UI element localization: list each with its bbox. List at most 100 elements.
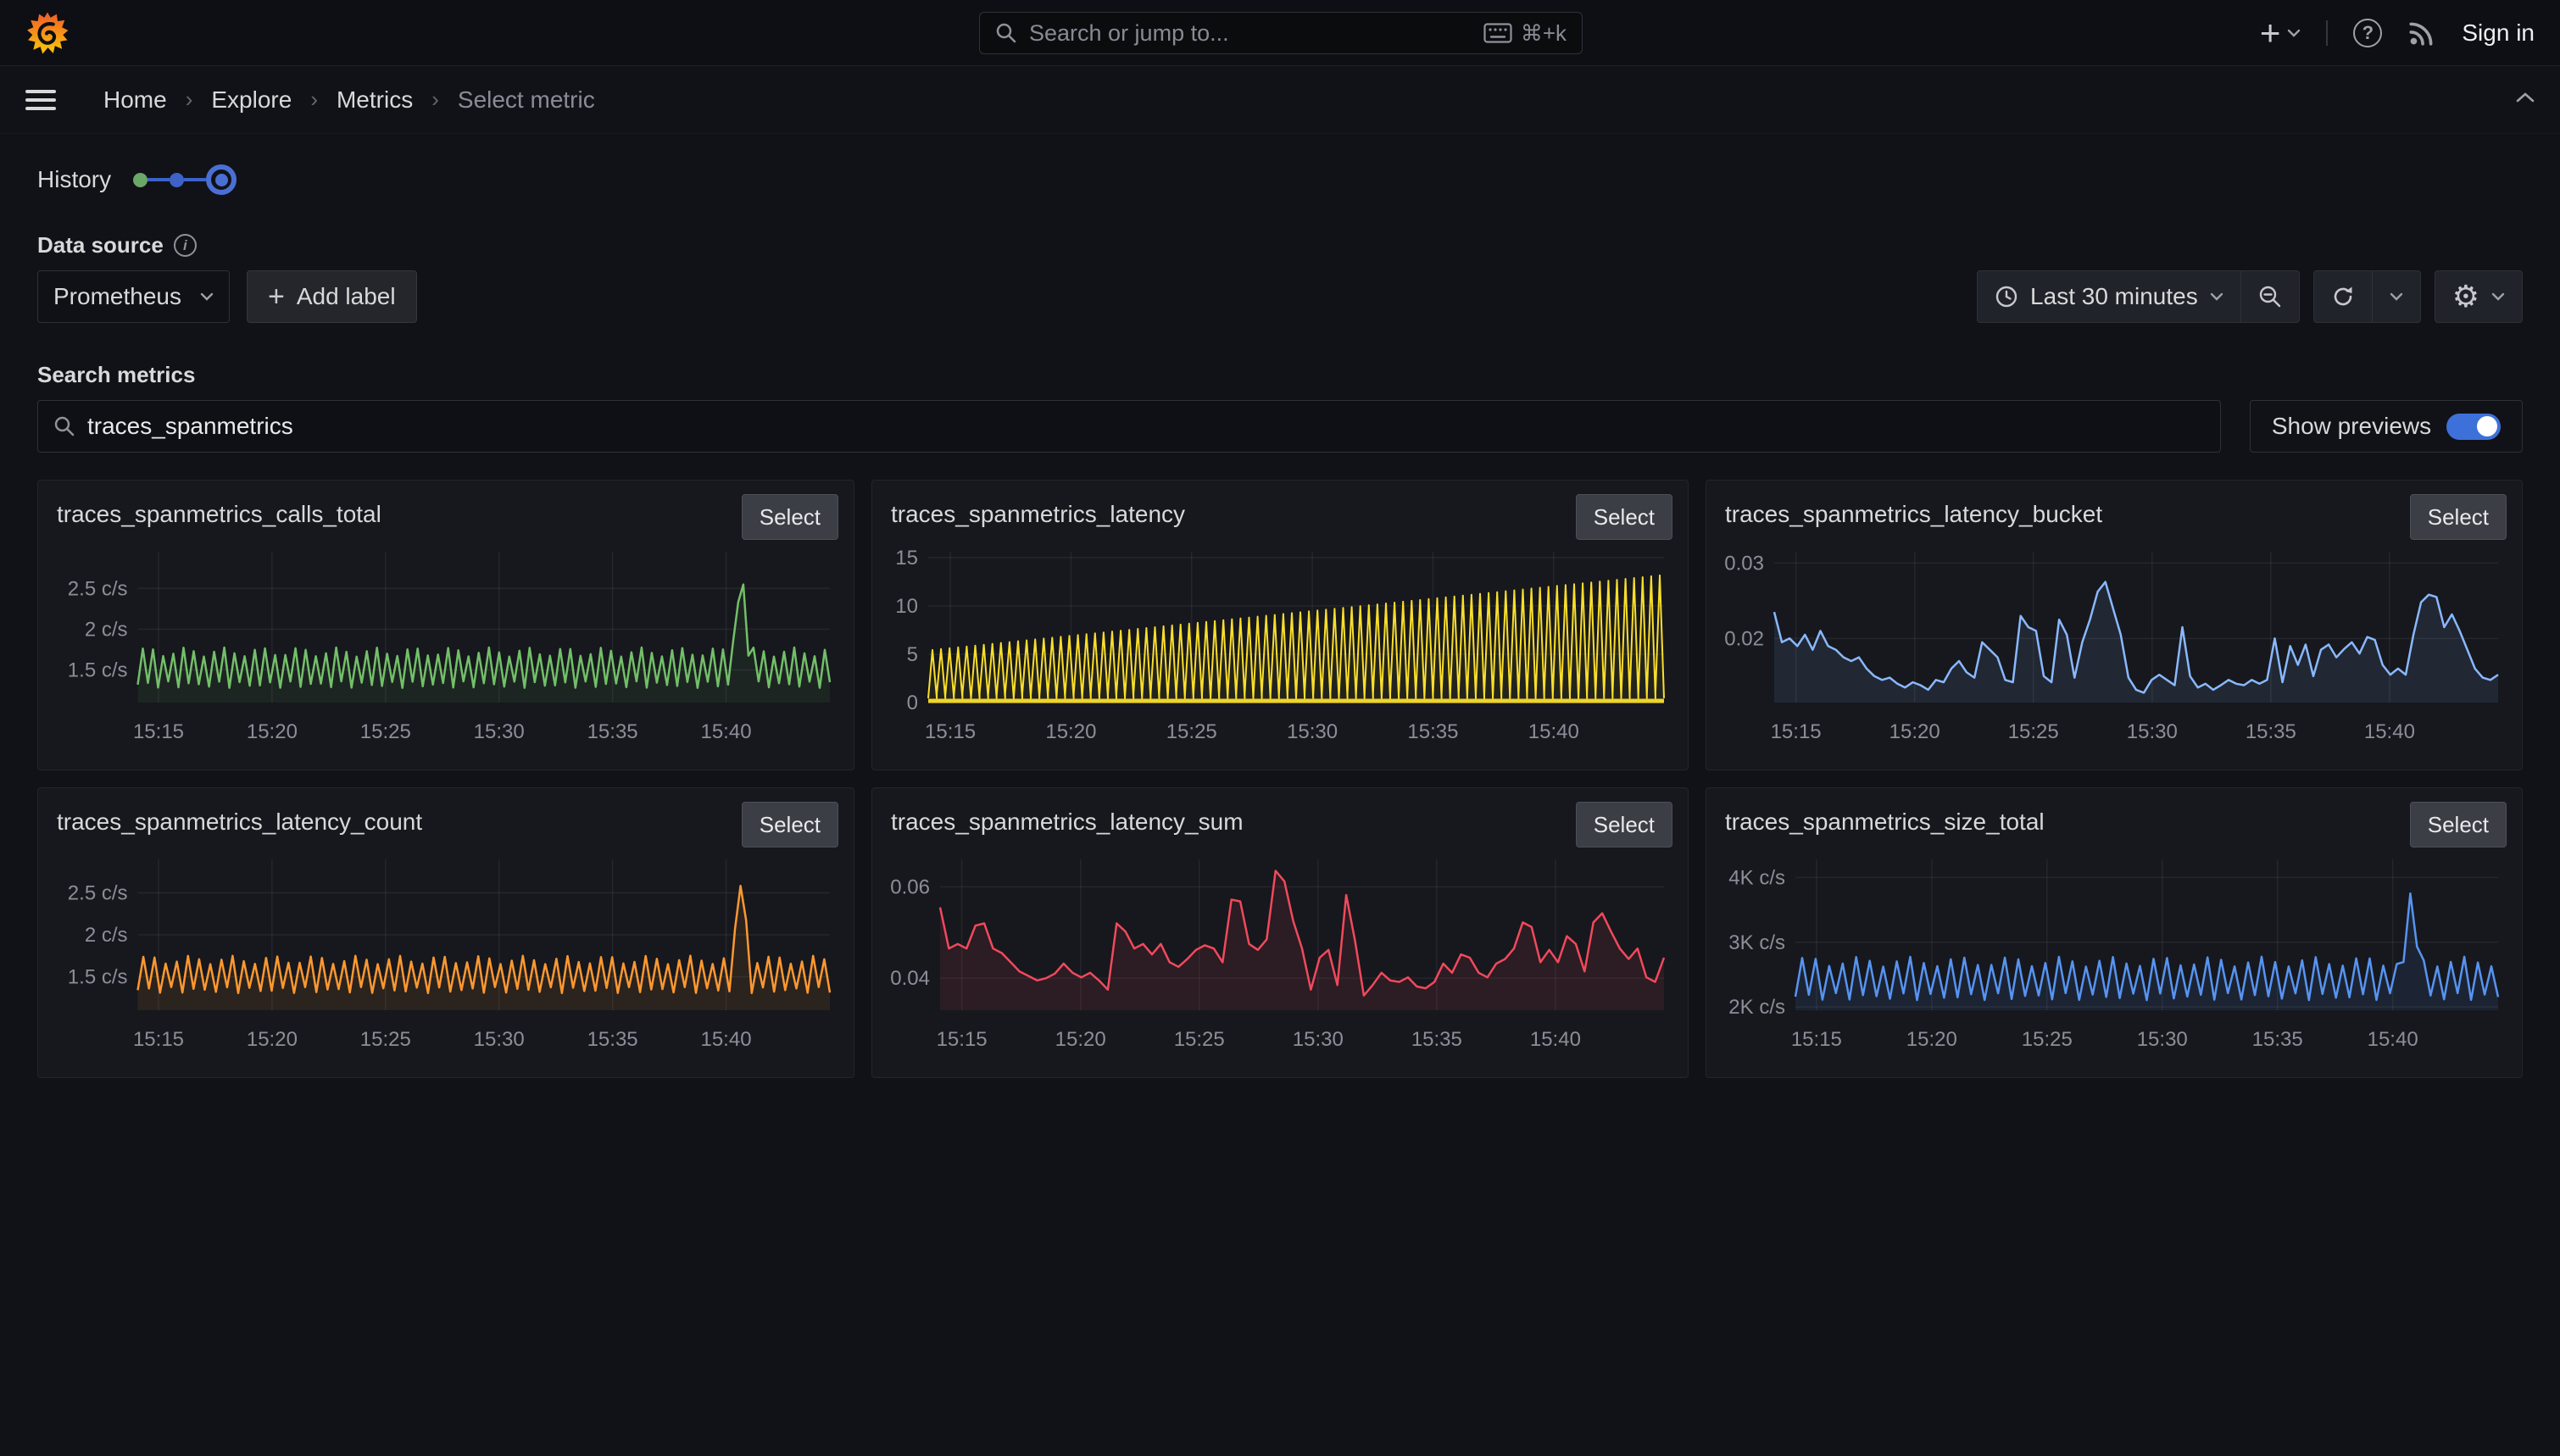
svg-text:15:40: 15:40	[1528, 720, 1579, 743]
time-range-label: Last 30 minutes	[2030, 283, 2198, 310]
add-label-button[interactable]: + Add label	[247, 270, 417, 323]
plus-icon: +	[2260, 15, 2281, 51]
menu-toggle-icon[interactable]	[25, 90, 56, 110]
svg-text:2 c/s: 2 c/s	[85, 924, 128, 947]
svg-text:15:25: 15:25	[360, 1028, 411, 1051]
search-placeholder: Search or jump to...	[1029, 20, 1483, 47]
svg-text:15:20: 15:20	[1045, 720, 1096, 743]
chevron-down-icon	[200, 292, 214, 301]
svg-text:15:35: 15:35	[1411, 1028, 1462, 1051]
metric-card-header: traces_spanmetrics_latency_sumSelect	[872, 788, 1688, 847]
svg-text:5: 5	[907, 643, 918, 666]
svg-text:15:15: 15:15	[133, 1028, 184, 1051]
metric-title: traces_spanmetrics_latency_count	[57, 802, 422, 836]
zoom-out-icon	[2258, 285, 2282, 308]
metric-preview-chart: 0.020.0315:1515:2015:2515:3015:3515:40	[1718, 545, 2507, 759]
svg-text:3K c/s: 3K c/s	[1728, 931, 1785, 954]
svg-text:10: 10	[895, 595, 918, 618]
svg-text:4K c/s: 4K c/s	[1728, 866, 1785, 889]
svg-text:15:15: 15:15	[1771, 720, 1822, 743]
select-button[interactable]: Select	[1576, 802, 1672, 847]
metric-preview-chart: 1.5 c/s2 c/s2.5 c/s15:1515:2015:2515:301…	[50, 853, 838, 1066]
chevron-down-icon	[2491, 292, 2505, 301]
svg-text:15:20: 15:20	[247, 1028, 298, 1051]
svg-text:15:25: 15:25	[2022, 1028, 2073, 1051]
top-nav: Search or jump to... ⌘+k + ?	[0, 0, 2560, 66]
select-button[interactable]: Select	[742, 494, 838, 540]
svg-text:15:35: 15:35	[2246, 720, 2296, 743]
metric-card: traces_spanmetrics_size_total Select 2K c/…	[1706, 787, 2523, 1078]
breadcrumb-home[interactable]: Home	[103, 86, 167, 114]
show-previews-toggle[interactable]	[2446, 414, 2501, 440]
svg-text:2.5 c/s: 2.5 c/s	[68, 577, 128, 600]
show-previews-label: Show previews	[2272, 413, 2431, 440]
chevron-down-icon	[2287, 29, 2301, 37]
metric-search-input[interactable]: traces_spanmetrics	[37, 400, 2221, 453]
svg-text:2.5 c/s: 2.5 c/s	[68, 882, 128, 905]
chevron-down-icon	[2390, 292, 2403, 301]
metric-preview-chart: 2K c/s3K c/s4K c/s15:1515:2015:2515:3015…	[1718, 853, 2507, 1066]
help-button[interactable]: ?	[2353, 19, 2382, 47]
svg-text:15:40: 15:40	[700, 1028, 751, 1051]
svg-text:15:20: 15:20	[1889, 720, 1940, 743]
history-step-icon[interactable]	[133, 173, 147, 187]
zoom-out-button[interactable]	[2240, 271, 2299, 322]
svg-text:15:25: 15:25	[2008, 720, 2059, 743]
metric-preview-chart: 0.040.0615:1515:2015:2515:3015:3515:40	[884, 853, 1672, 1066]
svg-text:15:20: 15:20	[247, 720, 298, 743]
news-button[interactable]	[2407, 19, 2436, 47]
svg-text:15:30: 15:30	[474, 1028, 525, 1051]
info-icon[interactable]: i	[174, 234, 197, 257]
svg-text:15:25: 15:25	[1174, 1028, 1225, 1051]
history-timeline[interactable]	[133, 164, 237, 195]
chevron-down-icon	[2210, 292, 2223, 301]
svg-text:0.06: 0.06	[890, 875, 930, 898]
search-icon	[995, 22, 1017, 44]
show-previews-control: Show previews	[2250, 400, 2523, 453]
datasource-picker[interactable]: Prometheus	[37, 270, 230, 323]
history-current-step-icon[interactable]	[206, 164, 237, 195]
metric-title: traces_spanmetrics_latency_bucket	[1725, 494, 2102, 528]
metric-card: traces_spanmetrics_latencySelect05101515…	[871, 480, 1689, 770]
history-step-icon[interactable]	[170, 173, 184, 187]
metric-title: traces_spanmetrics_size_total	[1725, 802, 2045, 836]
svg-text:15:35: 15:35	[1407, 720, 1458, 743]
svg-text:0.03: 0.03	[1724, 552, 1764, 575]
time-range-button[interactable]: Last 30 minutes	[1978, 271, 2240, 322]
svg-text:15:40: 15:40	[2364, 720, 2415, 743]
rss-icon	[2407, 19, 2436, 47]
global-search-input[interactable]: Search or jump to... ⌘+k	[979, 12, 1583, 54]
gear-icon: ⚙	[2452, 281, 2479, 312]
svg-text:15:15: 15:15	[133, 720, 184, 743]
refresh-interval-button[interactable]	[2372, 271, 2420, 322]
select-button[interactable]: Select	[2410, 494, 2507, 540]
metric-card: traces_spanmetrics_latency_bucket Select 0…	[1706, 480, 2523, 770]
refresh-button[interactable]	[2314, 271, 2372, 322]
refresh-icon	[2331, 285, 2355, 308]
select-button[interactable]: Select	[1576, 494, 1672, 540]
metric-card-header: traces_spanmetrics_latency_bucket Select	[1706, 481, 2522, 540]
breadcrumb-explore[interactable]: Explore	[211, 86, 292, 114]
metric-preview-chart: 1.5 c/s2 c/s2.5 c/s15:1515:2015:2515:301…	[50, 545, 838, 759]
toggle-knob	[2477, 416, 2497, 436]
select-button[interactable]: Select	[2410, 802, 2507, 847]
collapse-header-button[interactable]	[2516, 92, 2535, 108]
datasource-label: Data source	[37, 232, 164, 258]
datasource-label-row: Data source i	[37, 232, 2523, 258]
history-connector	[184, 178, 206, 181]
metric-preview-chart: 05101515:1515:2015:2515:3015:3515:40	[884, 545, 1672, 759]
grafana-logo-icon[interactable]	[25, 11, 70, 55]
svg-text:15:35: 15:35	[587, 1028, 638, 1051]
breadcrumb-metrics[interactable]: Metrics	[337, 86, 413, 114]
new-menu-button[interactable]: +	[2260, 15, 2301, 51]
sign-in-button[interactable]: Sign in	[2462, 19, 2535, 47]
keyboard-icon	[1483, 23, 1512, 43]
select-button[interactable]: Select	[742, 802, 838, 847]
settings-button[interactable]: ⚙	[2435, 271, 2522, 322]
metric-title: traces_spanmetrics_calls_total	[57, 494, 381, 528]
svg-text:15:30: 15:30	[1287, 720, 1338, 743]
search-icon	[53, 415, 75, 437]
svg-text:2K c/s: 2K c/s	[1728, 996, 1785, 1019]
help-icon: ?	[2353, 19, 2382, 47]
svg-text:15:35: 15:35	[587, 720, 638, 743]
